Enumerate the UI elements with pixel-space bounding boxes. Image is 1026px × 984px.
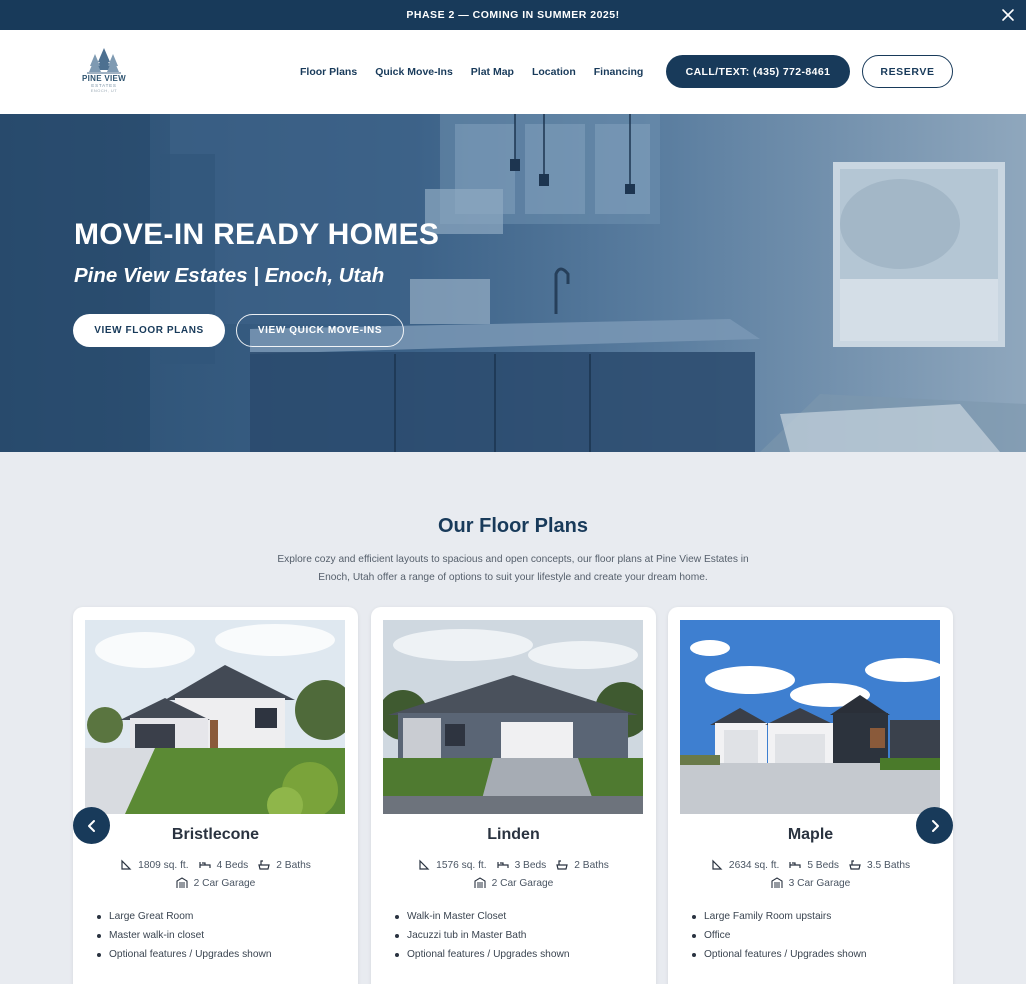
square-feet-icon: [712, 859, 723, 870]
floor-plans-title: Our Floor Plans: [437, 515, 589, 537]
plan-specs: 1576 sq. ft. 3 Beds 2 Baths: [371, 859, 656, 871]
site-logo[interactable]: PINE VIEW ESTATES ENOCH, UT: [74, 48, 134, 98]
garage-icon: [474, 877, 486, 888]
feature-item: Large Great Room: [97, 907, 272, 926]
plan-sqft: 1809 sq. ft.: [138, 859, 189, 871]
feature-item: Large Family Room upstairs: [692, 907, 867, 926]
plan-features: Large Family Room upstairs Office Option…: [692, 907, 867, 964]
bath-icon: [849, 860, 861, 870]
plan-specs: 1809 sq. ft. 4 Beds 2 Baths: [73, 859, 358, 871]
hero-title: MOVE-IN READY HOMES: [74, 218, 440, 251]
floor-plans-description: Explore cozy and efficient layouts to sp…: [277, 554, 749, 583]
bath-icon: [258, 860, 271, 870]
feature-item: Optional features / Upgrades shown: [692, 945, 867, 964]
hero-subtitle: Pine View Estates | Enoch, Utah: [74, 264, 385, 287]
floor-plan-card[interactable]: Maple 2634 sq. ft. 5 Beds 3.5 Baths 3 Ca…: [668, 607, 953, 984]
plan-garage: 2 Car Garage: [193, 877, 256, 889]
feature-item: Optional features / Upgrades shown: [395, 945, 570, 964]
feature-item: Office: [692, 926, 867, 945]
site-header: PINE VIEW ESTATES ENOCH, UT Floor Plans …: [0, 30, 1026, 114]
plan-sqft: 1576 sq. ft.: [436, 859, 487, 871]
plan-name: Linden: [487, 826, 540, 843]
chevron-right-icon: [931, 819, 939, 832]
bed-icon: [789, 862, 801, 868]
announcement-bar: PHASE 2 — COMING IN SUMMER 2025!: [0, 0, 1026, 30]
nav-plat-map[interactable]: Plat Map: [471, 66, 514, 78]
bed-icon: [198, 862, 211, 868]
plan-specs: 2634 sq. ft. 5 Beds 3.5 Baths: [668, 859, 953, 871]
house-photo[interactable]: [680, 620, 940, 814]
plan-features: Large Great Room Master walk-in closet O…: [97, 907, 272, 964]
plan-sqft: 2634 sq. ft.: [728, 859, 780, 871]
plan-garage-row: 2 Car Garage: [371, 877, 656, 889]
call-text-button[interactable]: CALL/TEXT: (435) 772-8461: [666, 55, 850, 88]
reserve-button[interactable]: RESERVE: [862, 55, 953, 88]
nav-location[interactable]: Location: [532, 66, 576, 78]
plan-beds: 3 Beds: [514, 859, 547, 871]
carousel-next-button[interactable]: [916, 807, 953, 844]
plan-baths: 2 Baths: [574, 859, 609, 871]
logo-location: ENOCH, UT: [90, 88, 118, 93]
feature-item: Master walk-in closet: [97, 926, 272, 945]
square-feet-icon: [121, 859, 132, 870]
view-quick-move-ins-button[interactable]: VIEW QUICK MOVE-INS: [236, 314, 404, 347]
bath-icon: [556, 860, 569, 870]
nav-floor-plans[interactable]: Floor Plans: [300, 66, 357, 78]
feature-item: Walk-in Master Closet: [395, 907, 570, 926]
house-photo[interactable]: [85, 620, 345, 814]
bed-icon: [496, 862, 509, 868]
hero-section: MOVE-IN READY HOMES Pine View Estates | …: [0, 114, 1026, 452]
plan-garage: 3 Car Garage: [788, 877, 851, 889]
plan-name: Bristlecone: [171, 826, 260, 843]
garage-icon: [176, 877, 188, 888]
plan-features: Walk-in Master Closet Jacuzzi tub in Mas…: [395, 907, 570, 964]
main-nav: Floor Plans Quick Move-Ins Plat Map Loca…: [300, 30, 643, 114]
house-photo[interactable]: [383, 620, 643, 814]
nav-financing[interactable]: Financing: [594, 66, 644, 78]
carousel-prev-button[interactable]: [73, 807, 110, 844]
feature-item: Optional features / Upgrades shown: [97, 945, 272, 964]
plan-garage-row: 2 Car Garage: [73, 877, 358, 889]
plan-garage: 2 Car Garage: [491, 877, 554, 889]
plan-name: Maple: [787, 826, 834, 843]
pine-trees-icon: [87, 48, 121, 74]
floor-plan-card[interactable]: Linden 1576 sq. ft. 3 Beds 2 Baths 2 Car…: [371, 607, 656, 984]
plan-beds: 4 Beds: [216, 859, 249, 871]
close-icon[interactable]: [1000, 7, 1016, 23]
view-floor-plans-button[interactable]: VIEW FLOOR PLANS: [73, 314, 225, 347]
plan-baths: 2 Baths: [276, 859, 311, 871]
nav-quick-move-ins[interactable]: Quick Move-Ins: [375, 66, 453, 78]
plan-beds: 5 Beds: [807, 859, 840, 871]
plan-garage-row: 3 Car Garage: [668, 877, 953, 889]
plan-baths: 3.5 Baths: [867, 859, 911, 871]
announcement-text: PHASE 2 — COMING IN SUMMER 2025!: [406, 9, 620, 21]
floor-plan-card[interactable]: Bristlecone 1809 sq. ft. 4 Beds 2 Baths …: [73, 607, 358, 984]
logo-name: PINE VIEW: [81, 74, 127, 83]
feature-item: Jacuzzi tub in Master Bath: [395, 926, 570, 945]
garage-icon: [771, 877, 783, 888]
square-feet-icon: [419, 859, 430, 870]
chevron-left-icon: [87, 819, 95, 832]
